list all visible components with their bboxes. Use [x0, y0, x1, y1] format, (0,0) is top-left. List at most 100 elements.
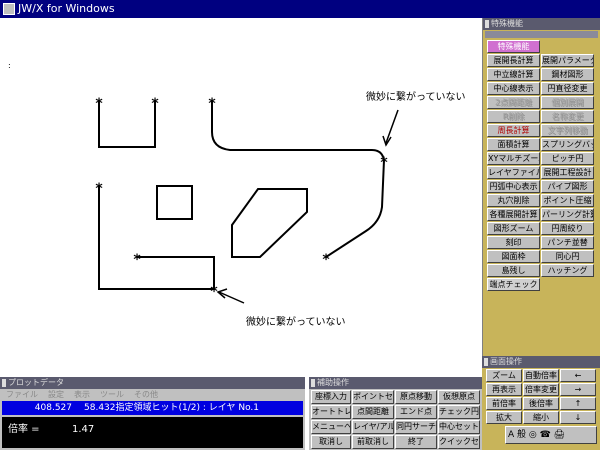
menu-item[interactable]: ファイル	[6, 389, 38, 401]
special-button[interactable]: 名称変更	[541, 110, 594, 123]
status-line: 408.527 58.432指定領域ヒット(1/2) : レイヤ No.1	[2, 401, 303, 415]
screen-op-button[interactable]: ↓	[560, 411, 596, 424]
special-button[interactable]: 面積計算	[487, 138, 540, 151]
menu-item[interactable]: ツール	[100, 389, 124, 401]
endpoint-star: *	[151, 96, 159, 112]
special-button[interactable]: 文字列移動	[541, 124, 594, 137]
special-button[interactable]: 展開長計算	[487, 54, 540, 67]
edit-ops-panel: 補助操作 座標入力ポイントセット原点移動仮想原点オートトレース点間距離エンド点チ…	[309, 377, 482, 450]
menu-item[interactable]: その他	[134, 389, 158, 401]
special-button[interactable]: 丸穴削除	[487, 194, 540, 207]
panel-title: プロットデータ	[0, 377, 305, 389]
menu-item[interactable]: 設定	[48, 389, 64, 401]
special-button[interactable]: パンチ並替	[541, 236, 594, 249]
edit-op-button[interactable]: クイックセーブ	[438, 435, 480, 449]
special-button[interactable]: 特殊機能	[487, 40, 540, 53]
special-button[interactable]: 図形ズーム	[487, 222, 540, 235]
screen-op-button[interactable]: 縮小	[523, 411, 559, 424]
cursor-dot: :	[8, 61, 11, 70]
status-text: 58.432指定領域ヒット(1/2) : レイヤ No.1	[84, 403, 260, 413]
screen-op-button[interactable]: 倍率変更	[523, 383, 559, 396]
special-button[interactable]: ピッチ円	[541, 152, 594, 165]
special-button[interactable]: 同心円	[541, 250, 594, 263]
drawing-svg[interactable]: * * * * * * * * :	[0, 18, 482, 377]
edit-op-button[interactable]: 前取消し	[352, 435, 394, 449]
edit-op-button[interactable]: レイヤ/アルチ	[352, 420, 394, 434]
endpoint-star: *	[210, 284, 218, 300]
special-button[interactable]: 周長計算	[487, 124, 540, 137]
special-button[interactable]: パイプ図形	[541, 180, 594, 193]
special-button[interactable]: 円直径変更	[541, 82, 594, 95]
screen-op-button[interactable]: →	[560, 383, 596, 396]
edit-op-button[interactable]: 取消し	[311, 435, 351, 449]
annotation-bottom: 微妙に繋がっていない	[246, 317, 346, 328]
edit-op-button[interactable]: ポイントセット	[352, 390, 394, 404]
special-button[interactable]: 端点チェック	[487, 278, 540, 291]
plot-data-panel: プロットデータ ファイル 設定 表示 ツール その他 408.527 58.432指定領…	[0, 377, 305, 450]
edit-op-button[interactable]: 同円サーチ	[395, 420, 437, 434]
screen-ops-grid: ズーム 自動倍率 ← 再表示 倍率変更 → 前倍率 後倍率 ↑ 拡大 縮小 ↓	[482, 368, 600, 424]
screen-op-button[interactable]: ↑	[560, 397, 596, 410]
edit-op-button[interactable]: 点間距離	[352, 405, 394, 419]
special-button[interactable]: レイヤファイル	[487, 166, 540, 179]
title-bar: JW/X for Windows	[0, 0, 600, 18]
edit-op-button[interactable]: 仮想原点	[438, 390, 480, 404]
special-button[interactable]: 円周絞り	[541, 222, 594, 235]
edit-op-button[interactable]: エンド点	[395, 405, 437, 419]
screen-op-button[interactable]: 拡大	[486, 411, 522, 424]
special-button[interactable]: 展開パラメータ	[541, 54, 594, 67]
special-button[interactable]: 刻印	[487, 236, 540, 249]
zoom-value: 1.47	[72, 424, 95, 435]
special-button[interactable]: 中心線表示	[487, 82, 540, 95]
special-button[interactable]: 2点間距離	[487, 96, 540, 109]
screen-op-button[interactable]: ズーム	[486, 369, 522, 382]
special-button[interactable]: 図面枠	[487, 250, 540, 263]
menu-item[interactable]: 表示	[74, 389, 90, 401]
panel-title: 特殊機能	[483, 18, 600, 30]
panel-icon	[484, 358, 488, 366]
edit-op-button[interactable]: 座標入力	[311, 390, 351, 404]
screen-op-button[interactable]: ←	[560, 369, 596, 382]
special-button[interactable]: 各種展開計算	[487, 208, 540, 221]
edit-op-button[interactable]: チェック円	[438, 405, 480, 419]
special-button[interactable]: 島残し	[487, 264, 540, 277]
arrow-bottom-line	[218, 291, 245, 304]
edit-op-button[interactable]: オートトレース	[311, 405, 351, 419]
panel-subbar	[485, 31, 598, 38]
status-value: 408.527	[34, 403, 72, 413]
panel-title: 画面操作	[482, 356, 600, 368]
special-button[interactable]: 中立線計算	[487, 68, 540, 81]
arrow-top-line	[385, 109, 399, 144]
icon-toolbar[interactable]: A 般 ◎ ☎ 🖨	[505, 426, 597, 444]
special-button[interactable]: 円弧中心表示	[487, 180, 540, 193]
special-button[interactable]: 展開工程設計	[541, 166, 594, 179]
plot-menu-bar: ファイル 設定 表示 ツール その他	[0, 389, 305, 401]
special-button[interactable]: ハッチング	[541, 264, 594, 277]
curve-lower	[325, 159, 385, 258]
screen-op-button[interactable]: 前倍率	[486, 397, 522, 410]
endpoint-star: *	[95, 96, 103, 112]
edit-op-button[interactable]: 原点移動	[395, 390, 437, 404]
u-shape	[98, 101, 156, 148]
zoom-display: 倍率 = 1.47	[2, 417, 303, 448]
edit-op-button[interactable]: メニューへ戻る	[311, 420, 351, 434]
edit-op-button[interactable]: 終了	[395, 435, 437, 449]
special-button[interactable]: XYマルチズーム	[487, 152, 540, 165]
screen-op-button[interactable]: 再表示	[486, 383, 522, 396]
special-button-grid: 特殊機能 展開長計算 展開パラメータ 中立線計算 鋼材図形 中心線表示 円直径変更 2点間距離…	[483, 40, 600, 291]
screen-op-button[interactable]: 自動倍率	[523, 369, 559, 382]
special-button[interactable]: 個別展開	[541, 96, 594, 109]
window-title: JW/X for Windows	[18, 2, 115, 15]
annotation-top-right: 微妙に繋がっていない	[366, 92, 466, 103]
special-button[interactable]: R削除	[487, 110, 540, 123]
endpoint-star: *	[380, 155, 388, 171]
drawing-canvas[interactable]: * * * * * * * * :	[0, 18, 482, 377]
screen-op-button[interactable]: 後倍率	[523, 397, 559, 410]
edit-op-button[interactable]: 中心セット	[438, 420, 480, 434]
special-button[interactable]: パーリング計算	[541, 208, 594, 221]
special-button[interactable]: 鋼材図形	[541, 68, 594, 81]
endpoint-star: *	[95, 181, 103, 197]
panel-icon	[2, 379, 6, 387]
special-button[interactable]: スプリングバック	[541, 138, 594, 151]
special-button[interactable]: ポイント圧縮	[541, 194, 594, 207]
